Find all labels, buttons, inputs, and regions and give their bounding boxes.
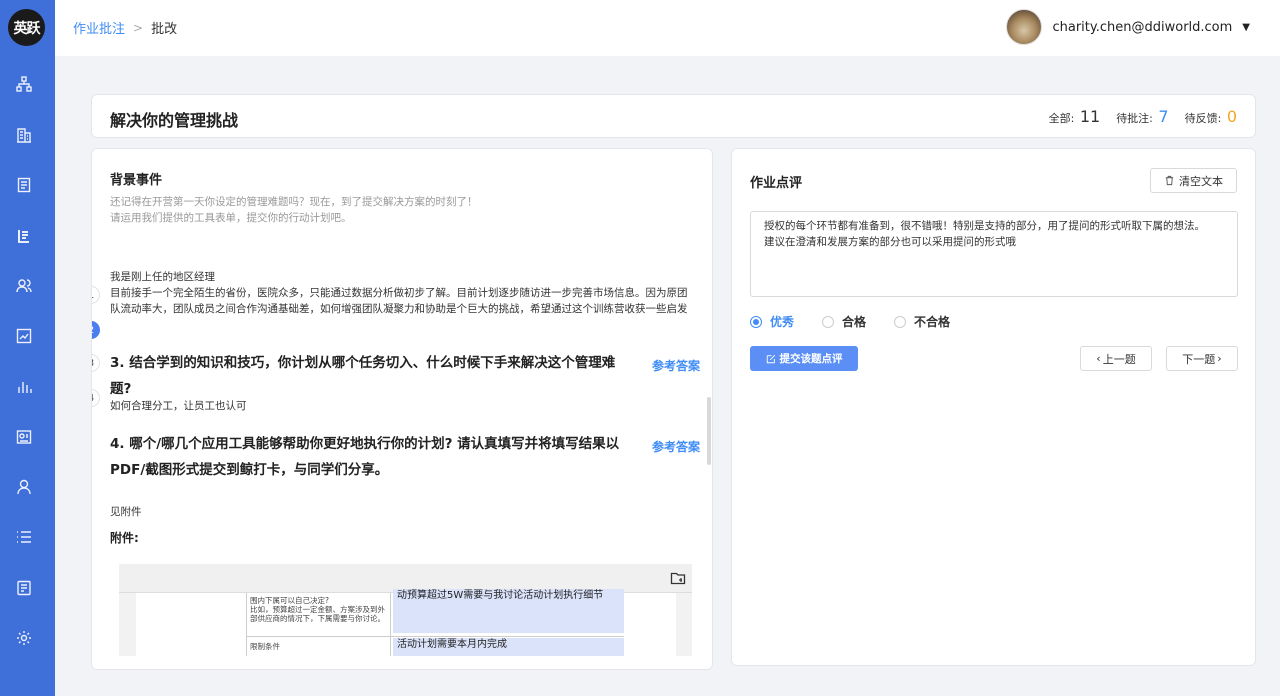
chevron-left-icon: ‹ xyxy=(1096,352,1101,365)
step-indicator[interactable]: 4 xyxy=(92,389,100,407)
radio-icon[interactable] xyxy=(822,315,835,328)
reference-answer-link[interactable]: 参考答案 xyxy=(652,438,700,455)
grade-excellent-radio[interactable]: 优秀 xyxy=(750,313,794,330)
question-4: 4. 哪个/哪几个应用工具能够帮助你更好地执行你的计划? 请认真填写并将填写结果… xyxy=(110,436,620,478)
trash-icon xyxy=(1165,175,1174,186)
stat-pending-label: 待批注: xyxy=(1116,112,1153,125)
scrollbar[interactable] xyxy=(707,397,711,465)
assignment-title-card: 解决你的管理挑战 全部: 11 待批注: 7 待反馈: 0 xyxy=(91,94,1256,138)
document-icon[interactable] xyxy=(13,174,35,196)
grade-label[interactable]: 合格 xyxy=(842,313,866,330)
breadcrumb-current: 批改 xyxy=(151,22,178,37)
student-role: 我是刚上任的地区经理 xyxy=(110,271,215,283)
grade-pass-radio[interactable]: 合格 xyxy=(822,313,866,330)
review-title: 作业点评 xyxy=(750,176,803,191)
stat-pending: 待批注: 7 xyxy=(1116,107,1168,126)
step-indicator[interactable]: 3 xyxy=(92,354,100,372)
next-question-button[interactable]: 下一题 › xyxy=(1166,346,1238,371)
attachment-label: 附件: xyxy=(110,531,139,545)
stat-all-label: 全部: xyxy=(1048,112,1075,125)
chevron-right-icon: › xyxy=(1217,352,1222,365)
breadcrumb: 作业批注 > 批改 xyxy=(73,18,178,38)
previous-question-button[interactable]: ‹ 上一题 xyxy=(1080,346,1152,371)
comment-textarea[interactable]: 授权的每个环节都有准备到，很不错哦！特别是支持的部分，用了提问的形式听取下属的想… xyxy=(750,211,1238,297)
grade-label[interactable]: 不合格 xyxy=(914,313,950,330)
grade-label[interactable]: 优秀 xyxy=(770,313,794,330)
chart-frame-icon[interactable] xyxy=(13,325,35,347)
org-chart-icon[interactable] xyxy=(13,73,35,95)
answer-text: 目前接手一个完全陌生的省份，医院众多，只能通过数据分析做初步了解。目前计划逐步随… xyxy=(110,287,688,315)
submit-review-button[interactable]: 提交该题点评 xyxy=(750,346,858,371)
breadcrumb-parent-link[interactable]: 作业批注 xyxy=(73,18,125,37)
question-4-answer: 见附件 xyxy=(110,506,142,518)
section-description: 还记得在开营第一天你设定的管理难题吗？现在，到了提交解决方案的时刻了！ 请运用我… xyxy=(110,194,478,226)
page-title: 解决你的管理挑战 xyxy=(110,111,239,130)
top-header: 作业批注 > 批改 charity.chen@ddiworld.com ▼ xyxy=(55,0,1280,56)
radio-icon[interactable] xyxy=(894,315,907,328)
breadcrumb-separator-icon: > xyxy=(133,20,144,35)
stats-bar: 全部: 11 待批注: 7 待反馈: 0 xyxy=(1049,107,1237,126)
notes-icon[interactable] xyxy=(13,577,35,599)
review-panel: 作业点评 清空文本 授权的每个环节都有准备到，很不错哦！特别是支持的部分，用了提… xyxy=(731,148,1256,666)
caret-down-icon[interactable]: ▼ xyxy=(1242,22,1250,33)
attachment-row-label: 限制条件 xyxy=(250,642,280,651)
clear-text-label: 清空文本 xyxy=(1179,174,1223,188)
attachment-preview[interactable]: 围内下属可以自己决定? 比如，预算超过一定金额、方案涉及到外部供应商的情况下，下… xyxy=(119,564,692,656)
attachment-document: 围内下属可以自己决定? 比如，预算超过一定金额、方案涉及到外部供应商的情况下，下… xyxy=(136,589,676,656)
previous-question-label: 上一题 xyxy=(1102,352,1136,366)
attachment-highlight: 活动计划需要本月内完成 xyxy=(393,638,624,656)
clear-text-button[interactable]: 清空文本 xyxy=(1150,168,1237,193)
brand-logo: 英跃 xyxy=(8,9,45,46)
step-indicator-active[interactable]: 2 xyxy=(92,321,100,339)
step-indicator[interactable]: 1 xyxy=(92,286,100,304)
stat-pending-count: 7 xyxy=(1158,107,1169,126)
stat-all: 全部: 11 xyxy=(1049,107,1101,126)
radio-selected-icon[interactable] xyxy=(750,315,762,328)
bar-chart-icon[interactable] xyxy=(13,376,35,398)
sidebar: 英跃 xyxy=(0,0,55,696)
stat-feedback-count: 0 xyxy=(1226,107,1237,126)
question-3: 3. 结合学到的知识和技巧，你计划从哪个任务切入、什么时候下手来解决这个管理难题… xyxy=(110,355,616,397)
open-folder-icon[interactable] xyxy=(670,570,686,586)
stat-feedback-label: 待反馈: xyxy=(1184,112,1222,125)
section-title: 背景事件 xyxy=(110,173,163,188)
homework-content-panel[interactable]: 背景事件 还记得在开营第一天你设定的管理难题吗？现在，到了提交解决方案的时刻了！… xyxy=(91,148,713,670)
users-icon[interactable] xyxy=(13,275,35,297)
edit-icon xyxy=(766,354,775,363)
reference-answer-link[interactable]: 参考答案 xyxy=(652,357,700,374)
report-icon[interactable] xyxy=(13,426,35,448)
submit-review-label: 提交该题点评 xyxy=(779,353,843,365)
person-icon[interactable] xyxy=(13,476,35,498)
list-icon[interactable] xyxy=(13,526,35,548)
grading-icon[interactable] xyxy=(13,225,35,247)
stat-feedback: 待反馈: 0 xyxy=(1185,107,1237,126)
next-question-label: 下一题 xyxy=(1182,352,1216,366)
attachment-highlight: 动预算超过5W需要与我讨论活动计划执行细节 xyxy=(393,589,624,633)
user-email[interactable]: charity.chen@ddiworld.com xyxy=(1052,20,1232,35)
settings-icon[interactable] xyxy=(13,627,35,649)
grade-fail-radio[interactable]: 不合格 xyxy=(894,313,950,330)
grade-radio-group[interactable]: 优秀 合格 不合格 xyxy=(750,313,950,330)
question-3-answer: 如何合理分工，让员工也认可 xyxy=(110,400,247,412)
description-line-1: 还记得在开营第一天你设定的管理难题吗？现在，到了提交解决方案的时刻了！ xyxy=(110,196,478,208)
description-line-2: 请运用我们提供的工具表单，提交你的行动计划吧。 xyxy=(110,212,352,224)
stat-all-count: 11 xyxy=(1079,107,1101,126)
building-icon[interactable] xyxy=(13,124,35,146)
attachment-cell-text: 围内下属可以自己决定? 比如，预算超过一定金额、方案涉及到外部供应商的情况下，下… xyxy=(250,596,385,623)
user-menu[interactable]: charity.chen@ddiworld.com ▼ xyxy=(1006,9,1250,45)
avatar[interactable] xyxy=(1006,9,1043,45)
